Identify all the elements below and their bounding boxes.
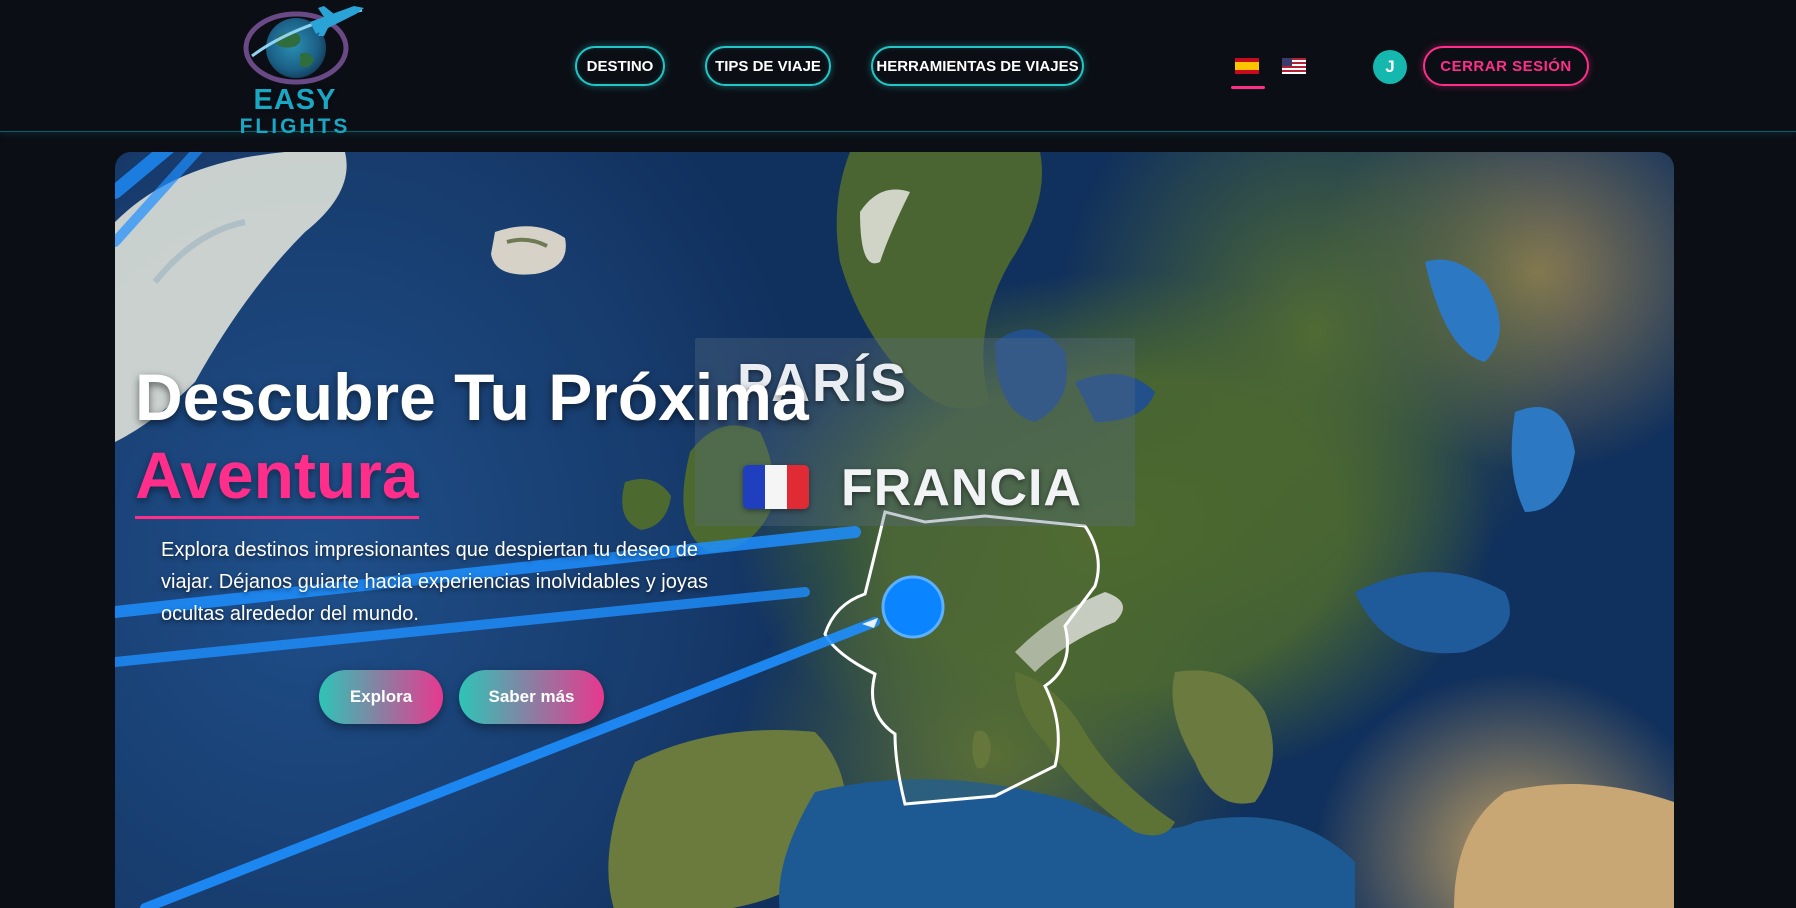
user-avatar[interactable]: J [1373, 50, 1407, 84]
nav-tips-de-viaje[interactable]: TIPS DE VIAJE [705, 46, 831, 86]
easy-flights-logo[interactable]: EASY FLIGHTS [230, 4, 368, 137]
logo-line-1: EASY [253, 84, 337, 116]
logout-button[interactable]: CERRAR SESIÓN [1423, 46, 1589, 86]
hero-section: PARÍS FRANCIA Descubre Tu Próxima Aventu… [115, 152, 1674, 908]
hero-title-accent: Aventura [135, 436, 419, 519]
globe-airplane-icon [243, 6, 364, 85]
spain-flag-icon[interactable] [1235, 58, 1259, 74]
france-flag-icon [743, 465, 809, 509]
us-flag-icon[interactable] [1282, 58, 1306, 74]
language-selected-indicator [1231, 86, 1265, 89]
world-map-background [115, 152, 1674, 908]
logo-wordmark: EASY FLIGHTS [230, 84, 360, 138]
hero-description: Explora destinos impresionantes que desp… [161, 539, 708, 625]
map-country-label: FRANCIA [841, 459, 1082, 517]
hero-title: Descubre Tu Próxima [135, 360, 809, 434]
site-header: EASY FLIGHTS DESTINO TIPS DE VIAJE HERRA… [0, 0, 1796, 137]
nav-herramientas-de-viajes[interactable]: HERRAMIENTAS DE VIAJES [871, 46, 1084, 86]
explora-button[interactable]: Explora [319, 670, 443, 724]
nav-destino[interactable]: DESTINO [575, 46, 665, 86]
logo-line-2: FLIGHTS [239, 115, 351, 138]
saber-mas-button[interactable]: Saber más [459, 670, 604, 724]
